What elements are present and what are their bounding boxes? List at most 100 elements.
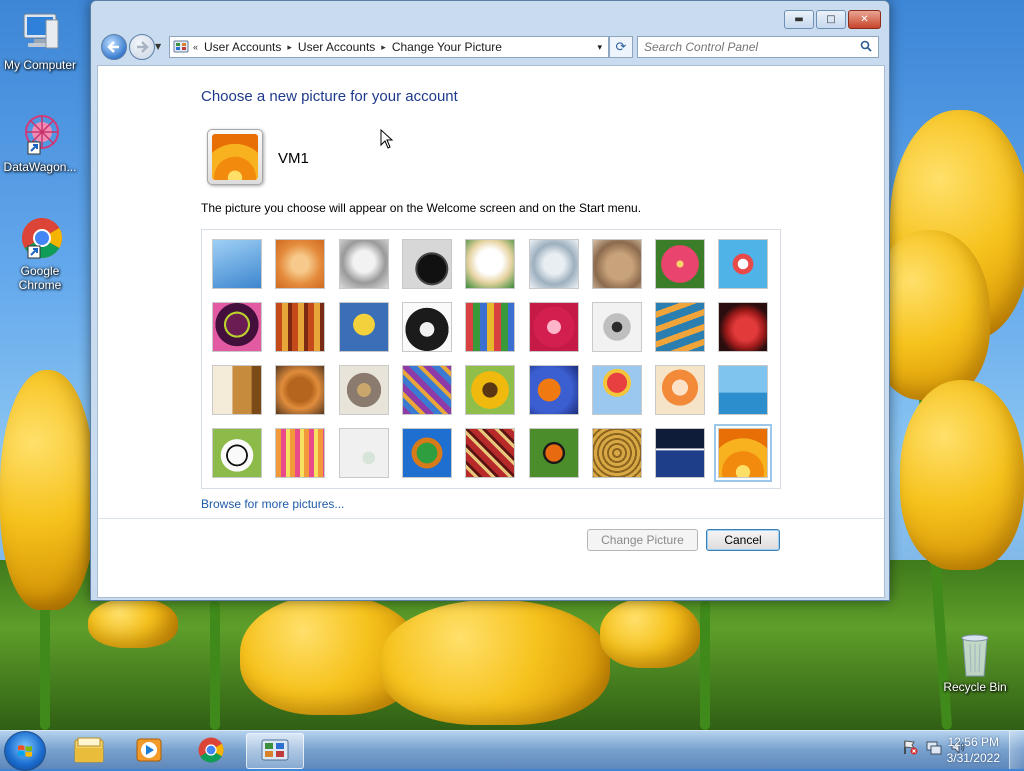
tulip bbox=[380, 600, 610, 725]
account-picture-butterfly[interactable] bbox=[528, 428, 579, 478]
account-picture-sailboat[interactable] bbox=[718, 365, 769, 415]
orange-daisy-image bbox=[212, 134, 258, 180]
breadcrumb-change-your-picture[interactable]: Change Your Picture bbox=[392, 40, 502, 54]
taskbar-media-player[interactable] bbox=[122, 733, 176, 767]
refresh-icon: ⟳ bbox=[615, 39, 627, 55]
desktop-icon-label: DataWagon... bbox=[3, 160, 77, 174]
taskbar-control-panel[interactable] bbox=[246, 733, 304, 769]
account-picture-star-lamp[interactable] bbox=[528, 302, 579, 352]
account-picture-kitten[interactable] bbox=[591, 239, 642, 289]
control-panel-icon bbox=[173, 40, 189, 53]
account-picture-bowling-ball[interactable] bbox=[212, 302, 262, 352]
tulip-stem bbox=[700, 600, 710, 730]
taskbar-clock[interactable]: 12:56 PM 3/31/2022 bbox=[947, 734, 1000, 766]
account-picture-turntable[interactable] bbox=[401, 239, 452, 289]
account-picture-scarves[interactable] bbox=[401, 365, 452, 415]
account-picture-robot[interactable] bbox=[338, 365, 389, 415]
desktop-icon-label: Google Chrome bbox=[18, 264, 62, 292]
account-picture-orange-daisy[interactable] bbox=[714, 424, 773, 482]
network-icon[interactable] bbox=[926, 739, 942, 758]
account-picture-textile[interactable] bbox=[465, 428, 516, 478]
change-picture-window: ▬ □ ✕ ▼ « User Accounts ▸ User Accounts … bbox=[90, 0, 890, 601]
account-picture-hot-air-balloon[interactable] bbox=[591, 365, 642, 415]
desktop-icon-recycle-bin[interactable]: Recycle Bin bbox=[935, 630, 1015, 694]
search-icon[interactable] bbox=[860, 40, 872, 55]
account-picture-puppy[interactable] bbox=[275, 365, 326, 415]
breadcrumb-separator[interactable]: ▸ bbox=[287, 42, 292, 53]
forward-button[interactable] bbox=[129, 34, 155, 60]
account-picture-ferris-wheel[interactable] bbox=[718, 239, 769, 289]
windows-logo-icon bbox=[18, 745, 32, 757]
account-picture-soccer-ball[interactable] bbox=[212, 428, 262, 478]
back-button[interactable] bbox=[101, 34, 127, 60]
account-picture-silk[interactable] bbox=[275, 428, 326, 478]
close-button[interactable]: ✕ bbox=[848, 10, 881, 29]
account-picture-dog[interactable] bbox=[401, 302, 452, 352]
show-desktop-button[interactable] bbox=[1009, 731, 1024, 769]
mouse-pointer-icon bbox=[380, 129, 394, 149]
maximize-button[interactable]: □ bbox=[816, 10, 846, 29]
refresh-button[interactable]: ⟳ bbox=[609, 36, 633, 58]
tulip bbox=[900, 380, 1024, 570]
account-picture-roller-coaster[interactable] bbox=[212, 239, 262, 289]
breadcrumb-separator[interactable]: ▸ bbox=[381, 42, 386, 53]
window-controls: ▬ □ ✕ bbox=[784, 10, 881, 29]
start-button[interactable] bbox=[4, 731, 46, 771]
control-panel-icon bbox=[261, 739, 289, 761]
browse-more-pictures-link[interactable]: Browse for more pictures... bbox=[201, 497, 344, 511]
tulip bbox=[88, 598, 178, 648]
address-overflow[interactable]: « bbox=[193, 42, 198, 52]
clock-date: 3/31/2022 bbox=[946, 751, 1000, 765]
windows-explorer-icon bbox=[74, 737, 104, 763]
clock-time: 12:56 PM bbox=[947, 735, 999, 749]
computer-icon bbox=[16, 8, 64, 56]
account-picture-jacks[interactable] bbox=[591, 302, 642, 352]
account-picture-marbles[interactable] bbox=[338, 428, 389, 478]
account-picture-fish[interactable] bbox=[528, 365, 579, 415]
datawagon-icon bbox=[16, 110, 64, 158]
account-picture-leaf[interactable] bbox=[338, 302, 389, 352]
minimize-button[interactable]: ▬ bbox=[784, 10, 814, 29]
taskbar-windows-explorer[interactable] bbox=[62, 733, 116, 767]
desktop-icon-datawagon[interactable]: DataWagon... bbox=[0, 110, 80, 174]
address-dropdown-button[interactable]: ▾ bbox=[597, 42, 602, 53]
breadcrumb-user-accounts-2[interactable]: User Accounts bbox=[298, 40, 375, 54]
recycle-bin-icon bbox=[951, 630, 999, 678]
chrome-icon bbox=[198, 737, 224, 763]
user-name: VM1 bbox=[278, 150, 309, 167]
address-bar[interactable]: « User Accounts ▸ User Accounts ▸ Change… bbox=[169, 36, 609, 58]
current-user-picture bbox=[207, 129, 263, 185]
account-picture-robot-toy[interactable] bbox=[338, 239, 389, 289]
account-picture-basket[interactable] bbox=[591, 428, 642, 478]
account-picture-lighthouse[interactable] bbox=[655, 428, 706, 478]
account-picture-crayons[interactable] bbox=[465, 302, 516, 352]
account-picture-pink-flower[interactable] bbox=[655, 239, 706, 289]
picture-description: The picture you choose will appear on th… bbox=[201, 201, 642, 215]
action-center-flag-icon[interactable] bbox=[902, 739, 918, 758]
account-picture-starfish[interactable] bbox=[275, 239, 326, 289]
search-input[interactable] bbox=[638, 39, 860, 55]
breadcrumb-user-accounts[interactable]: User Accounts bbox=[204, 40, 281, 54]
account-picture-paper-crane[interactable] bbox=[718, 302, 769, 352]
account-picture-stairs[interactable] bbox=[655, 302, 706, 352]
search-box[interactable] bbox=[637, 36, 879, 58]
tulip bbox=[600, 598, 700, 668]
cancel-button[interactable]: Cancel bbox=[706, 529, 780, 551]
change-picture-button[interactable]: Change Picture bbox=[587, 529, 698, 551]
tulip-stem bbox=[210, 600, 220, 730]
account-picture-fabric[interactable] bbox=[275, 302, 326, 352]
desktop-icon-label: My Computer bbox=[3, 58, 77, 72]
account-picture-guitar[interactable] bbox=[212, 365, 262, 415]
arrow-left-icon bbox=[107, 41, 119, 53]
taskbar-chrome[interactable] bbox=[184, 733, 238, 767]
account-picture-window[interactable] bbox=[401, 428, 452, 478]
content-pane: Choose a new picture for your account VM… bbox=[97, 65, 885, 598]
account-picture-gyroscope[interactable] bbox=[528, 239, 579, 289]
account-picture-sunflower[interactable] bbox=[465, 365, 516, 415]
account-picture-doll[interactable] bbox=[655, 365, 706, 415]
account-picture-lucky-cat[interactable] bbox=[465, 239, 516, 289]
desktop-icon-google-chrome[interactable]: Google Chrome bbox=[0, 214, 80, 292]
taskbar: 12:56 PM 3/31/2022 bbox=[0, 730, 1024, 771]
recent-pages-dropdown[interactable]: ▼ bbox=[155, 42, 161, 51]
desktop-icon-my-computer[interactable]: My Computer bbox=[0, 8, 80, 72]
